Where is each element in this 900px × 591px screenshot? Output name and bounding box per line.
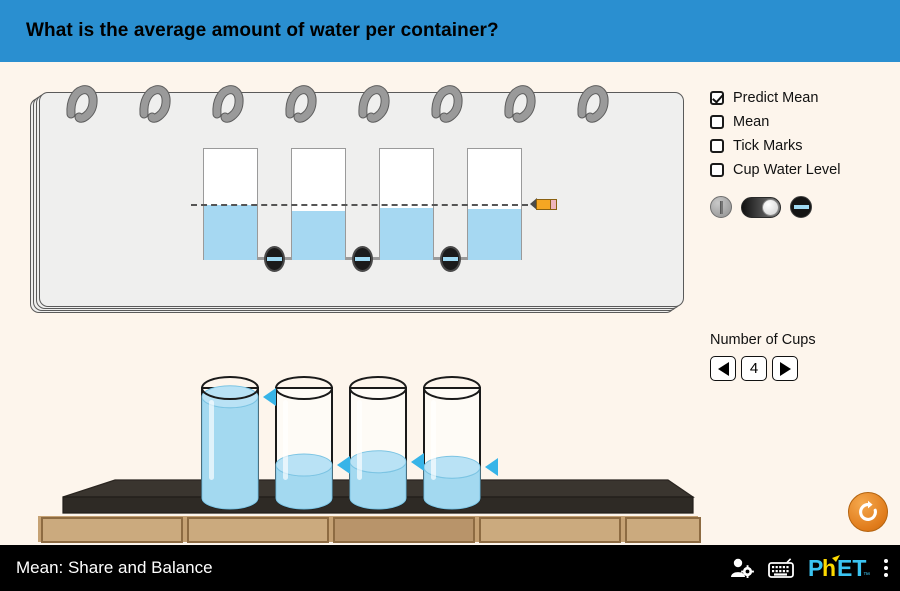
- notebook-bars-layer: [30, 70, 690, 320]
- cup-highlight: [431, 400, 436, 480]
- table-scene: [0, 370, 900, 550]
- table-cup-2: [275, 376, 333, 510]
- toggle-knob: [762, 198, 779, 216]
- pipe-3[interactable]: [440, 246, 461, 272]
- person-gear-icon[interactable]: [730, 557, 754, 579]
- bar-water-level: [380, 207, 433, 260]
- number-of-cups-label: Number of Cups: [710, 332, 816, 348]
- control-panel: Predict Mean Mean Tick Marks Cup Water Leve…: [710, 86, 890, 218]
- pipe-2[interactable]: [352, 246, 373, 272]
- checkbox-tick-marks[interactable]: Tick Marks: [710, 134, 890, 157]
- simulation-screen: What is the average amount of water per …: [0, 0, 900, 591]
- bottom-navbar: Mean: Share and Balance P h ET ™: [0, 545, 900, 591]
- checkbox-label: Predict Mean: [733, 89, 819, 106]
- water-level-pointer[interactable]: [485, 458, 498, 477]
- checkbox-box[interactable]: [710, 114, 724, 129]
- cup-highlight: [283, 400, 288, 480]
- cup-highlight: [209, 400, 214, 480]
- water-level-pointer[interactable]: [263, 387, 276, 406]
- checkbox-label: Cup Water Level: [733, 161, 841, 178]
- reset-all-icon: [859, 500, 877, 521]
- checkbox-label: Mean: [733, 113, 770, 130]
- checkbox-mean[interactable]: Mean: [710, 110, 890, 133]
- checkbox-cup-water-level[interactable]: Cup Water Level: [710, 158, 890, 181]
- question-bar: What is the average amount of water per …: [0, 0, 900, 62]
- pencil-eraser: [550, 199, 557, 210]
- svg-text:ET: ET: [837, 555, 866, 581]
- bar-water-level: [468, 208, 521, 260]
- kebab-menu-icon[interactable]: [884, 559, 888, 577]
- pipe-1[interactable]: [264, 246, 285, 272]
- notebook: [30, 70, 690, 320]
- bar-water-level: [204, 204, 257, 260]
- phet-logo[interactable]: P h ET ™: [808, 555, 870, 581]
- water-level-pointer[interactable]: [337, 456, 350, 474]
- navbar-actions: P h ET ™: [730, 545, 888, 591]
- checkbox-label: Tick Marks: [733, 137, 803, 154]
- checkbox-box[interactable]: [710, 138, 724, 153]
- pipe-toggle-switch[interactable]: [741, 196, 781, 218]
- predict-mean-line[interactable]: [191, 204, 528, 206]
- bar-water-level: [292, 211, 345, 260]
- table-cup-4: [423, 376, 481, 510]
- table-cup-3: [349, 376, 407, 510]
- pipe-closed-icon[interactable]: [710, 196, 732, 218]
- question-text: What is the average amount of water per …: [26, 20, 499, 41]
- checkbox-box[interactable]: [710, 90, 724, 105]
- pipe-open-indicator: [355, 257, 370, 261]
- pipe-toggle-group: [710, 196, 890, 218]
- water-level-pointer[interactable]: [411, 452, 424, 471]
- cup-highlight: [357, 400, 362, 480]
- reset-all-button[interactable]: [848, 492, 888, 532]
- sim-title: Mean: Share and Balance: [16, 558, 213, 577]
- pipe-open-indicator: [443, 257, 458, 261]
- pencil-body: [536, 199, 551, 210]
- pipe-open-icon[interactable]: [790, 196, 812, 218]
- keyboard-shortcuts-icon[interactable]: [768, 558, 794, 578]
- table-and-cups: [38, 376, 701, 543]
- pipe-open-indicator: [267, 257, 282, 261]
- pencil-icon[interactable]: [530, 198, 558, 211]
- svg-text:™: ™: [863, 572, 870, 579]
- table-cup-1: [201, 376, 259, 510]
- checkbox-predict-mean[interactable]: Predict Mean: [710, 86, 890, 109]
- checkbox-box[interactable]: [710, 162, 724, 177]
